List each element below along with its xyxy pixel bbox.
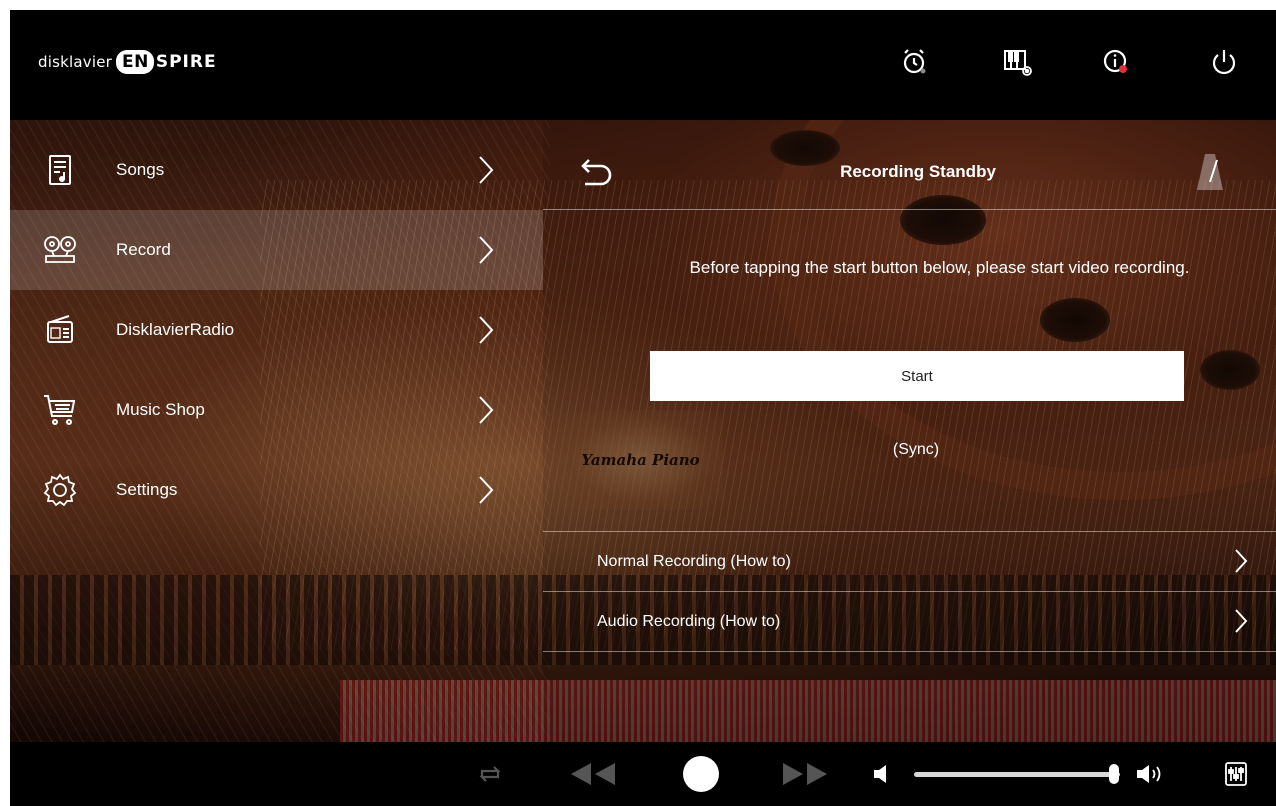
fast-forward-icon (783, 763, 827, 785)
sidebar-item-songs[interactable]: Songs (10, 130, 543, 210)
logo-prefix: disklavier (38, 53, 112, 71)
timer-icon (903, 49, 926, 74)
sidebar-item-label: Songs (116, 160, 165, 179)
back-arrow-icon[interactable] (577, 150, 617, 190)
divider (543, 651, 1276, 652)
piano-settings-icon (1004, 50, 1032, 76)
sidebar-item-record[interactable]: Record (10, 210, 543, 290)
player-control-bar (10, 742, 1276, 806)
power-button[interactable] (1206, 44, 1242, 80)
logo-badge: EN (116, 50, 154, 74)
chevron-right-icon (479, 476, 494, 504)
record-play-button[interactable] (680, 756, 722, 792)
chevron-right-icon (1235, 549, 1248, 573)
piano-settings-button[interactable] (1000, 44, 1036, 80)
speaker-high-icon (1137, 765, 1161, 783)
sidebar-item-label: DisklavierRadio (116, 320, 235, 339)
mixer-button[interactable] (1222, 756, 1250, 792)
volume-down-button[interactable] (868, 756, 892, 792)
fast-forward-button[interactable] (780, 756, 830, 792)
sidebar-item-label: Record (116, 240, 171, 259)
repeat-icon (479, 766, 501, 782)
info-button[interactable] (1098, 44, 1134, 80)
radio-icon (47, 315, 73, 343)
volume-slider-thumb[interactable] (1108, 764, 1119, 784)
sidebar-item-label: Settings (116, 480, 178, 499)
disklavier-app: Yamaha Piano disklavier EN SPIRE Songs R… (10, 10, 1276, 806)
chevron-right-icon (479, 316, 494, 344)
chevron-right-icon (479, 236, 494, 264)
rewind-icon (571, 763, 615, 785)
chevron-right-icon (1235, 609, 1248, 633)
sidebar-item-label: Music Shop (116, 400, 205, 419)
record-circle-icon (683, 756, 719, 792)
sidebar-item-settings[interactable]: Settings (10, 450, 543, 530)
repeat-button[interactable] (472, 756, 508, 792)
mixer-icon (1225, 762, 1247, 786)
row-label: Normal Recording (How to) (597, 553, 791, 570)
songs-icon (49, 155, 71, 185)
metronome-icon[interactable] (1195, 152, 1225, 192)
sidebar-menu: Songs Record DisklavierRadio Music Shop (10, 130, 543, 530)
record-tape-icon (44, 236, 76, 263)
audio-recording-howto-row[interactable]: Audio Recording (How to) (543, 592, 1276, 652)
normal-recording-howto-row[interactable]: Normal Recording (How to) (543, 532, 1276, 592)
header-bar: disklavier EN SPIRE (10, 10, 1276, 120)
timer-button[interactable] (897, 44, 933, 80)
divider (543, 209, 1276, 210)
chevron-right-icon (479, 396, 494, 424)
speaker-low-icon (874, 765, 886, 783)
page-title: Recording Standby (840, 162, 996, 181)
gear-icon (43, 473, 77, 507)
logo-suffix: SPIRE (155, 52, 217, 72)
chevron-right-icon (479, 156, 494, 184)
row-label: Audio Recording (How to) (597, 613, 781, 630)
start-button[interactable]: Start (650, 351, 1184, 401)
instruction-text: Before tapping the start button below, p… (689, 258, 1190, 277)
cart-icon (44, 395, 76, 425)
sidebar-item-music-shop[interactable]: Music Shop (10, 370, 543, 450)
sync-label: (Sync) (892, 441, 940, 458)
disklavier-enspire-logo: disklavier EN SPIRE (38, 46, 217, 78)
volume-up-button[interactable] (1132, 756, 1172, 792)
rewind-button[interactable] (568, 756, 618, 792)
volume-slider-track[interactable] (914, 772, 1120, 777)
recording-standby-panel: Recording Standby Before tapping the sta… (543, 130, 1276, 670)
sidebar-item-disklavierradio[interactable]: DisklavierRadio (10, 290, 543, 370)
info-icon (1103, 49, 1127, 73)
power-icon (1212, 50, 1236, 75)
